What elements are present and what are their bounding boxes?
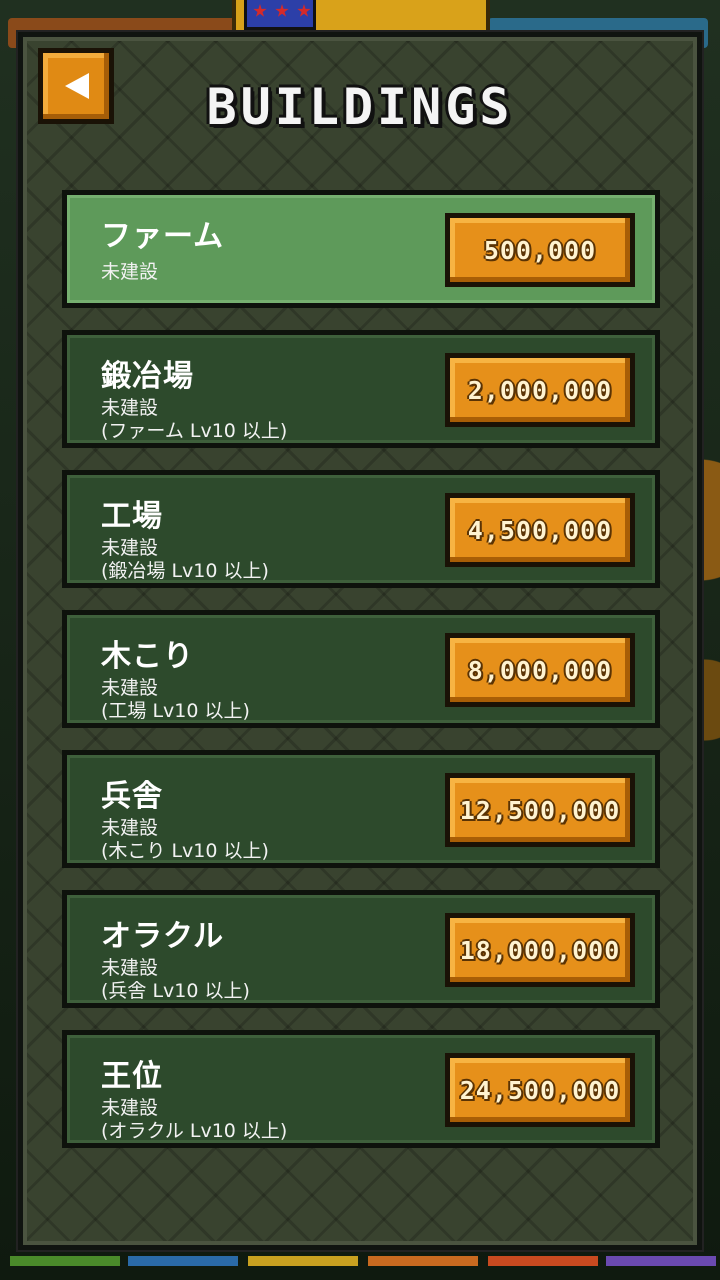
building-row[interactable]: 兵舎 未建設 (木こり Lv10 以上) 12,500,000 — [62, 750, 660, 868]
building-row[interactable]: 鍛冶場 未建設 (ファーム Lv10 以上) 2,000,000 — [62, 330, 660, 448]
building-name: ファーム — [101, 219, 225, 254]
price-label: 4,500,000 — [467, 515, 613, 545]
buy-price-button[interactable]: 24,500,000 — [445, 1053, 635, 1127]
building-info: 未建設 (ファーム Lv10 以上) — [101, 397, 287, 443]
star-icon — [253, 4, 267, 17]
building-info: 未建設 (木こり Lv10 以上) — [101, 817, 269, 863]
building-name: 木こり — [101, 639, 194, 674]
price-label: 24,500,000 — [459, 1075, 621, 1105]
building-row[interactable]: 工場 未建設 (鍛冶場 Lv10 以上) 4,500,000 — [62, 470, 660, 588]
building-status: 未建設 — [101, 537, 159, 559]
building-name: 兵舎 — [101, 779, 163, 814]
price-label: 2,000,000 — [467, 375, 613, 405]
buy-price-button[interactable]: 18,000,000 — [445, 913, 635, 987]
star-icon — [275, 4, 289, 17]
building-row[interactable]: 王位 未建設 (オラクル Lv10 以上) 24,500,000 — [62, 1030, 660, 1148]
building-name: オラクル — [101, 919, 225, 954]
buy-price-button[interactable]: 12,500,000 — [445, 773, 635, 847]
price-label: 8,000,000 — [467, 655, 613, 685]
building-list: ファーム 未建設 500,000 鍛冶場 未建設 (ファーム Lv10 以上) 2,000,… — [62, 190, 660, 1170]
building-info: 未建設 (兵舎 Lv10 以上) — [101, 957, 250, 1003]
building-name: 王位 — [101, 1059, 163, 1094]
rank-flag — [244, 0, 316, 30]
buy-price-button[interactable]: 8,000,000 — [445, 633, 635, 707]
building-status: 未建設 — [101, 1097, 159, 1119]
building-info: 未建設 — [101, 261, 158, 284]
building-status: 未建設 — [101, 397, 159, 419]
building-name: 工場 — [101, 499, 163, 534]
building-requirement: (工場 Lv10 以上) — [101, 700, 250, 722]
price-label: 500,000 — [483, 235, 597, 265]
building-status: 未建設 — [101, 261, 159, 283]
price-label: 18,000,000 — [459, 935, 621, 965]
building-name: 鍛冶場 — [101, 359, 194, 394]
building-info: 未建設 (鍛冶場 Lv10 以上) — [101, 537, 269, 583]
building-row[interactable]: 木こり 未建設 (工場 Lv10 以上) 8,000,000 — [62, 610, 660, 728]
price-label: 12,500,000 — [459, 795, 621, 825]
building-row[interactable]: オラクル 未建設 (兵舎 Lv10 以上) 18,000,000 — [62, 890, 660, 1008]
building-requirement: (兵舎 Lv10 以上) — [101, 980, 250, 1002]
buy-price-button[interactable]: 2,000,000 — [445, 353, 635, 427]
building-info: 未建設 (オラクル Lv10 以上) — [101, 1097, 287, 1143]
buy-price-button[interactable]: 500,000 — [445, 213, 635, 287]
star-icon — [297, 4, 311, 17]
building-requirement: (木こり Lv10 以上) — [101, 840, 269, 862]
page-title: BUILDINGS — [206, 78, 514, 136]
building-status: 未建設 — [101, 817, 159, 839]
building-info: 未建設 (工場 Lv10 以上) — [101, 677, 250, 723]
building-requirement: (オラクル Lv10 以上) — [101, 1120, 288, 1142]
building-status: 未建設 — [101, 677, 159, 699]
building-status: 未建設 — [101, 957, 159, 979]
building-requirement: (ファーム Lv10 以上) — [101, 420, 288, 442]
buy-price-button[interactable]: 4,500,000 — [445, 493, 635, 567]
building-requirement: (鍛冶場 Lv10 以上) — [101, 560, 269, 582]
building-row[interactable]: ファーム未建設 500,000 — [62, 190, 660, 308]
